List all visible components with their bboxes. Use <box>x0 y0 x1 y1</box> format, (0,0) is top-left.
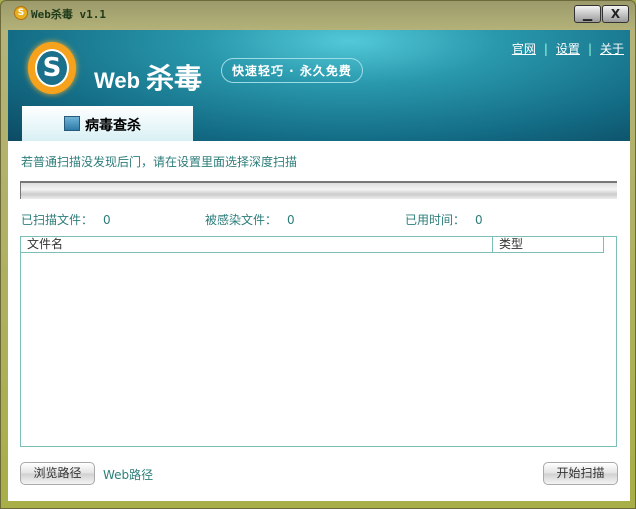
minimize-button[interactable]: ▁ <box>574 5 601 23</box>
stat-label: 已用时间： <box>405 213 466 227</box>
tab-virus-scan[interactable]: 病毒查杀 <box>22 106 193 141</box>
stat-infected: 被感染文件： 0 <box>205 211 295 228</box>
brand-name: Web 杀毒 <box>94 57 202 97</box>
browse-path-button[interactable]: 浏览路径 <box>20 462 95 485</box>
stat-label: 被感染文件： <box>205 213 278 227</box>
slogan: 快速轻巧 · 永久免费 <box>221 58 363 83</box>
scan-progress-bar <box>20 181 617 199</box>
web-path-label: Web路径 <box>103 468 154 482</box>
app-icon: S <box>14 6 28 20</box>
table-header: 文件名 类型 <box>21 237 604 253</box>
link-about[interactable]: 关于 <box>600 42 624 56</box>
stat-scanned: 已扫描文件： 0 <box>21 211 111 228</box>
stat-value: 0 <box>287 213 295 227</box>
hint-text: 若普通扫描没发现后门，请在设置里面选择深度扫描 <box>21 155 298 169</box>
brand-main: 杀毒 <box>146 63 203 94</box>
header-banner: S Web 杀毒 快速轻巧 · 永久免费 官网 | 设置 | 关于 病毒查杀 <box>8 30 630 141</box>
results-table[interactable]: 文件名 类型 <box>20 236 617 447</box>
link-settings[interactable]: 设置 <box>556 42 580 56</box>
start-scan-button[interactable]: 开始扫描 <box>543 462 618 485</box>
monitor-icon <box>64 116 80 131</box>
stat-value: 0 <box>103 213 111 227</box>
scan-panel: 若普通扫描没发现后门，请在设置里面选择深度扫描 已扫描文件： 0 被感染文件： 0 … <box>8 141 630 501</box>
logo-icon: S <box>28 42 76 94</box>
stat-value: 0 <box>475 213 483 227</box>
column-filename[interactable]: 文件名 <box>21 237 493 252</box>
column-type[interactable]: 类型 <box>493 237 523 252</box>
window-frame: S Web杀毒 v1.1 ▁ X S Web 杀毒 快速轻巧 · 永久免费 官网 |… <box>0 0 636 509</box>
close-button[interactable]: X <box>602 5 629 23</box>
link-official-site[interactable]: 官网 <box>512 42 536 56</box>
header-links: 官网 | 设置 | 关于 <box>511 42 624 56</box>
stat-label: 已扫描文件： <box>21 213 94 227</box>
window-title: Web杀毒 v1.1 <box>31 8 106 21</box>
logo-letter: S <box>35 49 69 87</box>
tab-label: 病毒查杀 <box>85 118 141 134</box>
stat-elapsed: 已用时间： 0 <box>405 211 483 228</box>
brand-prefix: Web <box>94 68 141 93</box>
